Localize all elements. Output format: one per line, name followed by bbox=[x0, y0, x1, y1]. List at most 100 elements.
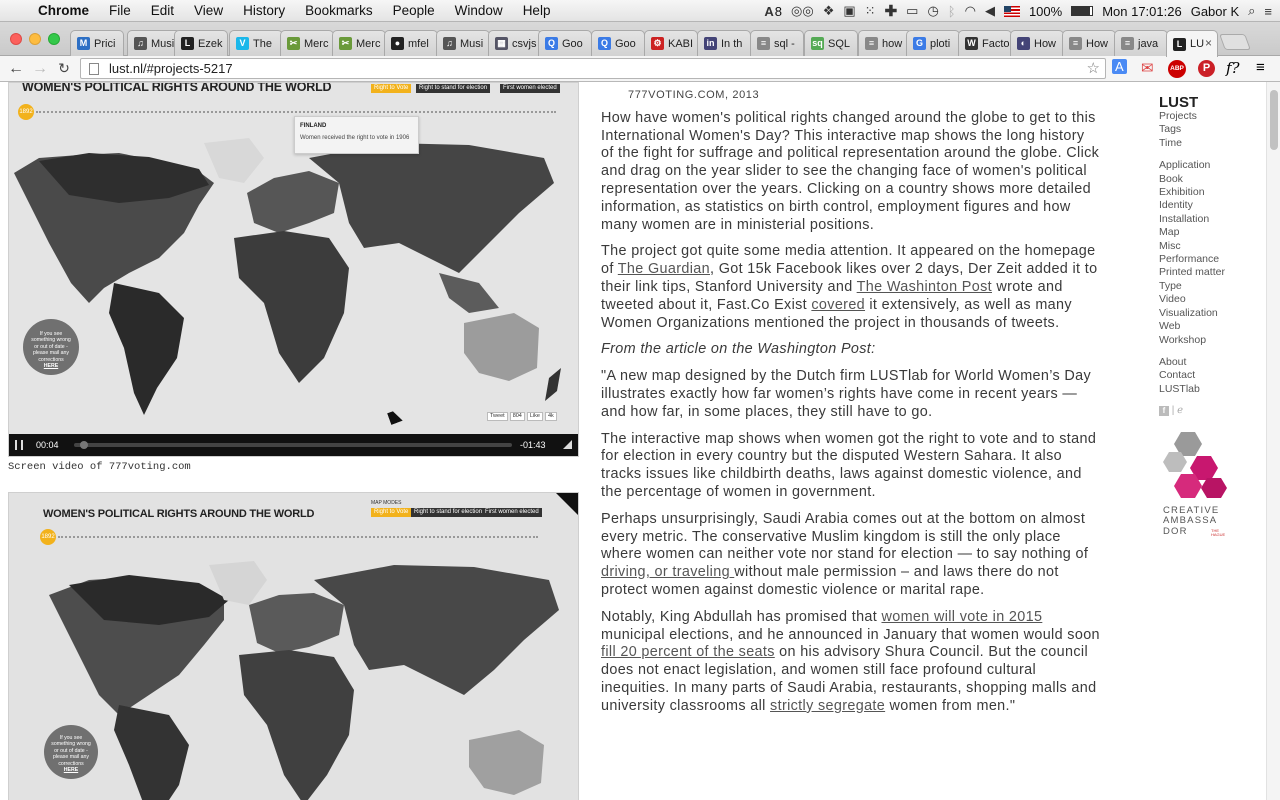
forward-arrow-icon[interactable]: → bbox=[28, 60, 52, 78]
washington-post-link[interactable]: The Washinton Post bbox=[857, 279, 992, 295]
close-window-button[interactable] bbox=[10, 33, 22, 45]
covered-link[interactable]: covered bbox=[811, 297, 865, 313]
translate-icon[interactable]: A bbox=[1112, 59, 1127, 74]
new-tab-button[interactable] bbox=[1219, 34, 1251, 50]
driving-link[interactable]: driving, or traveling bbox=[601, 564, 734, 580]
feedback-link[interactable]: HERE bbox=[44, 363, 58, 369]
tab-10[interactable]: Q Goo bbox=[591, 30, 645, 56]
page-scrollbar[interactable] bbox=[1266, 82, 1280, 800]
wifi-icon[interactable]: ◠ bbox=[965, 3, 976, 19]
zoom-window-button[interactable] bbox=[48, 33, 60, 45]
segregate-link[interactable]: strictly segregate bbox=[770, 698, 885, 714]
menu-app-name[interactable]: Chrome bbox=[34, 3, 99, 18]
tab-14[interactable]: sq SQL bbox=[804, 30, 858, 56]
grid-icon[interactable]: ⁙ bbox=[865, 3, 876, 19]
bluetooth-icon[interactable]: ᛒ bbox=[948, 4, 956, 19]
bookmark-star-icon[interactable]: ☆ bbox=[1087, 59, 1100, 78]
menu-bookmarks[interactable]: Bookmarks bbox=[295, 3, 383, 18]
back-arrow-icon[interactable]: ← bbox=[4, 60, 28, 78]
spotlight-search-icon[interactable]: ⌕ bbox=[1248, 3, 1255, 19]
mode-first-women-elected-button[interactable]: First women elected bbox=[500, 84, 560, 93]
fill-seats-link[interactable]: fill 20 percent of the seats bbox=[601, 644, 775, 660]
airplay-icon[interactable]: ▭ bbox=[906, 3, 918, 19]
tab-0[interactable]: M Prici bbox=[70, 30, 124, 56]
gmail-icon[interactable]: ✉ bbox=[1141, 59, 1154, 77]
time-machine-icon[interactable]: ◷ bbox=[927, 3, 938, 19]
tab-19[interactable]: ≡ How bbox=[1062, 30, 1116, 56]
tab-9[interactable]: Q Goo bbox=[538, 30, 592, 56]
medical-cross-icon[interactable]: ✚ bbox=[885, 2, 898, 20]
nav-contact[interactable]: Contact bbox=[1159, 369, 1259, 382]
nav-time[interactable]: Time bbox=[1159, 137, 1259, 150]
menu-icon[interactable]: ≡ bbox=[1256, 59, 1265, 76]
twitter-icon[interactable]: ℯ bbox=[1177, 405, 1183, 416]
seek-bar[interactable] bbox=[74, 441, 512, 449]
nav-about[interactable]: About bbox=[1159, 356, 1259, 369]
tab-7[interactable]: ♫ Musi bbox=[436, 30, 490, 56]
menu-edit[interactable]: Edit bbox=[141, 3, 184, 18]
tab-8[interactable]: ▦ csvjs bbox=[488, 30, 542, 56]
nav-installation[interactable]: Installation bbox=[1159, 213, 1259, 226]
tab-12[interactable]: in In th bbox=[697, 30, 751, 56]
nav-exhibition[interactable]: Exhibition bbox=[1159, 186, 1259, 199]
adblock-icon[interactable]: ABP bbox=[1168, 60, 1186, 78]
pinterest-icon[interactable]: P bbox=[1198, 60, 1215, 77]
tab-2[interactable]: L Ezek bbox=[174, 30, 228, 56]
seek-knob[interactable] bbox=[80, 441, 88, 449]
menu-people[interactable]: People bbox=[383, 3, 445, 18]
nav-performance[interactable]: Performance bbox=[1159, 253, 1259, 266]
notification-center-icon[interactable]: ≡ bbox=[1264, 4, 1272, 19]
facebook-icon[interactable]: f bbox=[1159, 406, 1169, 417]
tab-16[interactable]: Gploti bbox=[906, 30, 960, 56]
mode-stand-for-election-button[interactable]: Right to stand for election bbox=[416, 84, 491, 93]
nav-lustlab[interactable]: LUSTlab bbox=[1159, 383, 1259, 396]
video-player[interactable]: WOMEN'S POLITICAL RIGHTS AROUND THE WORL… bbox=[8, 82, 579, 457]
tab-3[interactable]: V The bbox=[229, 30, 283, 56]
menu-window[interactable]: Window bbox=[445, 3, 513, 18]
year-slider-track[interactable] bbox=[36, 111, 556, 113]
volume-icon[interactable]: ◀ bbox=[985, 3, 995, 19]
nav-printed-matter[interactable]: Printed matter bbox=[1159, 266, 1259, 279]
glasses-icon[interactable]: ◎◎ bbox=[791, 3, 814, 19]
tab-4[interactable]: ✂ Merc bbox=[280, 30, 334, 56]
dropbox-icon[interactable]: ❖ bbox=[823, 3, 835, 19]
close-tab-icon[interactable]: × bbox=[1205, 36, 1212, 50]
nav-video[interactable]: Video bbox=[1159, 293, 1259, 306]
nav-tags[interactable]: Tags bbox=[1159, 123, 1259, 136]
battery-icon[interactable] bbox=[1071, 6, 1094, 16]
volume-icon[interactable] bbox=[563, 440, 572, 449]
nav-identity[interactable]: Identity bbox=[1159, 199, 1259, 212]
nav-misc[interactable]: Misc bbox=[1159, 240, 1259, 253]
menu-help[interactable]: Help bbox=[513, 3, 561, 18]
mode-right-to-vote-button[interactable]: Right to Vote bbox=[371, 84, 412, 93]
tab-13[interactable]: ≡ sql - bbox=[750, 30, 804, 56]
like-button[interactable]: Like bbox=[526, 412, 543, 421]
tab-6[interactable]: ● mfel bbox=[384, 30, 438, 56]
tab-21[interactable]: L LU × bbox=[1166, 30, 1218, 57]
women-vote-link[interactable]: women will vote in 2015 bbox=[881, 609, 1042, 625]
guardian-link[interactable]: The Guardian bbox=[618, 261, 710, 277]
nav-workshop[interactable]: Workshop bbox=[1159, 334, 1259, 347]
site-logo[interactable]: LUST bbox=[1159, 95, 1259, 110]
tweet-button[interactable]: Tweet bbox=[487, 412, 508, 421]
nav-web[interactable]: Web bbox=[1159, 320, 1259, 333]
menu-file[interactable]: File bbox=[99, 3, 141, 18]
world-map[interactable] bbox=[9, 123, 579, 453]
nav-projects[interactable]: Projects bbox=[1159, 110, 1259, 123]
function-icon[interactable]: f? bbox=[1226, 59, 1240, 77]
address-bar[interactable]: lust.nl/#projects-5217 ☆ bbox=[80, 58, 1106, 79]
menu-history[interactable]: History bbox=[233, 3, 295, 18]
pause-icon[interactable] bbox=[15, 440, 23, 450]
tab-17[interactable]: W Facto bbox=[958, 30, 1012, 56]
nav-map[interactable]: Map bbox=[1159, 226, 1259, 239]
reload-icon[interactable]: ↻ bbox=[52, 60, 76, 77]
tab-11[interactable]: ⚙ KABI bbox=[644, 30, 698, 56]
clock[interactable]: Mon 17:01:26 bbox=[1102, 4, 1182, 19]
nav-visualization[interactable]: Visualization bbox=[1159, 307, 1259, 320]
us-flag-icon[interactable] bbox=[1003, 5, 1020, 17]
clipboard-icon[interactable]: ▣ bbox=[843, 3, 855, 19]
tab-1[interactable]: ♫ Musi bbox=[127, 30, 181, 56]
adobe-icon[interactable]: A bbox=[764, 4, 773, 19]
user-name[interactable]: Gabor K bbox=[1191, 4, 1239, 19]
tab-15[interactable]: ≡ how bbox=[858, 30, 912, 56]
